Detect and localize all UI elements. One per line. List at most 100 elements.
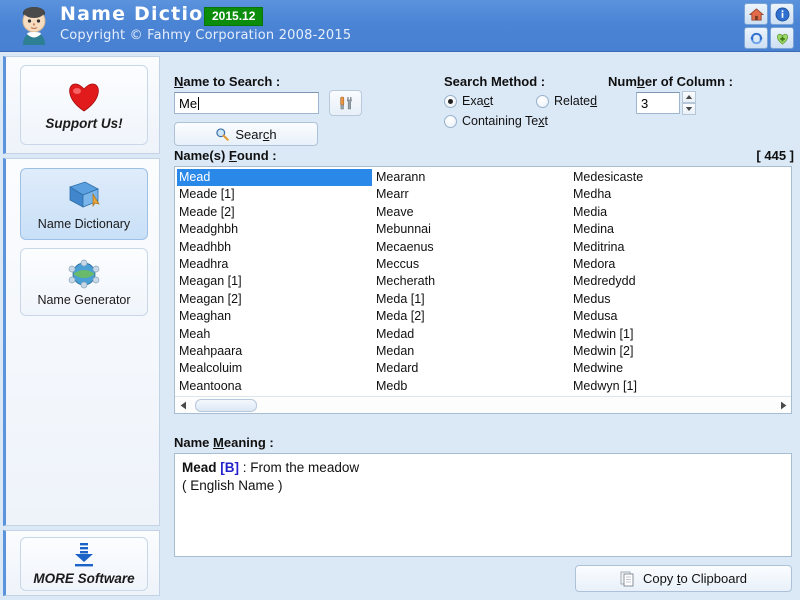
list-item[interactable]: Medina [571, 221, 766, 238]
stepper-down-button[interactable] [682, 103, 696, 115]
names-column-1: Mead Meade [1] Meade [2] Meadghbh Meadhb… [175, 169, 372, 410]
scrollbar-track[interactable] [191, 398, 775, 413]
stepper-up-button[interactable] [682, 91, 696, 103]
list-item[interactable]: Meccus [374, 256, 569, 273]
list-item[interactable]: Mecherath [374, 273, 569, 290]
list-item[interactable]: Medus [571, 291, 766, 308]
list-item[interactable]: Mealcoluim [177, 360, 372, 377]
list-item[interactable]: Meadhra [177, 256, 372, 273]
list-item[interactable]: Meagan [2] [177, 291, 372, 308]
horizontal-scrollbar[interactable] [175, 396, 791, 413]
more-software-label: MORE Software [33, 571, 135, 586]
list-item[interactable]: Medredydd [571, 273, 766, 290]
meaning-line-1: Mead [B] : From the meadow [182, 459, 784, 477]
list-item[interactable]: Meahpaara [177, 343, 372, 360]
list-item[interactable]: Medha [571, 186, 766, 203]
home-button[interactable] [744, 3, 768, 25]
copy-to-clipboard-button[interactable]: Copy to Clipboard [575, 565, 792, 592]
list-item[interactable]: Medwine [571, 360, 766, 377]
update-button[interactable] [744, 27, 768, 49]
search-tools-button[interactable] [329, 90, 362, 116]
search-icon [215, 127, 230, 141]
list-item[interactable]: Mearr [374, 186, 569, 203]
list-item[interactable]: Medwin [1] [571, 326, 766, 343]
scroll-right-arrow-icon[interactable] [775, 398, 791, 413]
sidebar: Support Us! Name Dictionary Name Generat… [0, 52, 163, 600]
column-count-value: 3 [641, 95, 649, 111]
list-item[interactable]: Medora [571, 256, 766, 273]
sidebar-item-label: Name Generator [37, 292, 131, 307]
list-item[interactable]: Mecaenus [374, 239, 569, 256]
name-to-search-label: Name to Search : [174, 74, 281, 89]
list-item[interactable]: Meagan [1] [177, 273, 372, 290]
radio-exact-label: Exact [462, 94, 494, 108]
tools-icon [337, 94, 355, 112]
meaning-name: Mead [182, 460, 217, 475]
column-count-stepper[interactable] [682, 91, 696, 115]
support-us-button[interactable]: Support Us! [20, 65, 148, 145]
list-item[interactable]: Medusa [571, 308, 766, 325]
refresh-icon [749, 31, 764, 46]
main-content: Name to Search : Me Search Search Method… [166, 52, 800, 600]
list-item[interactable]: Meadghbh [177, 221, 372, 238]
list-item[interactable]: Meditrina [571, 239, 766, 256]
scrollbar-thumb[interactable] [195, 398, 257, 412]
column-count-input[interactable]: 3 [636, 92, 680, 114]
list-item[interactable]: Meah [177, 326, 372, 343]
name-meaning-text[interactable]: Mead [B] : From the meadow ( English Nam… [174, 453, 792, 557]
list-item[interactable]: Medan [374, 343, 569, 360]
search-input[interactable]: Me [174, 92, 319, 114]
info-icon [775, 7, 790, 22]
list-item[interactable]: Meda [2] [374, 308, 569, 325]
info-button[interactable] [770, 3, 794, 25]
radio-related[interactable]: Related [536, 94, 597, 108]
list-item[interactable]: Medesicaste [571, 169, 766, 186]
sidebar-panel-modules: Name Dictionary Name Generator [3, 158, 160, 526]
list-item[interactable]: Meade [2] [177, 204, 372, 221]
donate-heart-icon [775, 31, 790, 46]
search-method-label: Search Method : [444, 74, 546, 89]
radio-containing-text-input[interactable] [444, 114, 457, 128]
search-button-label: Search [235, 126, 277, 142]
name-meaning-label: Name Meaning : [174, 435, 274, 450]
list-item[interactable]: Medard [374, 360, 569, 377]
header-button-group [744, 3, 794, 49]
number-of-column-label: Number of Column : [608, 74, 733, 89]
list-item[interactable]: Meave [374, 204, 569, 221]
globe-icon [67, 258, 101, 290]
list-item[interactable]: Mearann [374, 169, 569, 186]
list-item[interactable]: Mebunnai [374, 221, 569, 238]
names-column-2: Mearann Mearr Meave Mebunnai Mecaenus Me… [372, 169, 569, 410]
results-count: [ 445 ] [756, 148, 794, 163]
sidebar-item-name-dictionary[interactable]: Name Dictionary [20, 168, 148, 240]
list-item[interactable]: Meaghan [177, 308, 372, 325]
copy-to-clipboard-label: Copy to Clipboard [642, 571, 748, 586]
sidebar-panel-support: Support Us! [3, 56, 160, 154]
list-item[interactable]: Meadhbh [177, 239, 372, 256]
baby-logo-icon [12, 4, 56, 48]
names-found-list[interactable]: Mead Meade [1] Meade [2] Meadghbh Meadhb… [174, 166, 792, 414]
document-copy-icon [620, 571, 635, 587]
list-item[interactable]: Meda [1] [374, 291, 569, 308]
donate-button[interactable] [770, 27, 794, 49]
scroll-left-arrow-icon[interactable] [175, 398, 191, 413]
radio-containing-text[interactable]: Containing Text [444, 114, 548, 128]
list-item[interactable]: Meade [1] [177, 186, 372, 203]
sidebar-item-name-generator[interactable]: Name Generator [20, 248, 148, 316]
search-button[interactable]: Search [174, 122, 318, 146]
radio-exact[interactable]: Exact [444, 94, 493, 108]
radio-exact-input[interactable] [444, 94, 457, 108]
list-item[interactable]: Mead [177, 169, 372, 187]
list-item[interactable]: Medad [374, 326, 569, 343]
sidebar-item-label: Name Dictionary [37, 216, 131, 231]
list-item[interactable]: Medwyn [1] [571, 378, 766, 395]
list-item[interactable]: Meantoona [177, 378, 372, 395]
radio-related-input[interactable] [536, 94, 549, 108]
list-item[interactable]: Medb [374, 378, 569, 395]
more-software-button[interactable]: MORE Software [20, 537, 148, 591]
app-header: Name Dictionary 2015.12 Copyright © Fahm… [0, 0, 800, 52]
list-item[interactable]: Medwin [2] [571, 343, 766, 360]
sidebar-panel-more: MORE Software [3, 530, 160, 596]
meaning-line-2: ( English Name ) [182, 478, 283, 493]
list-item[interactable]: Media [571, 204, 766, 221]
